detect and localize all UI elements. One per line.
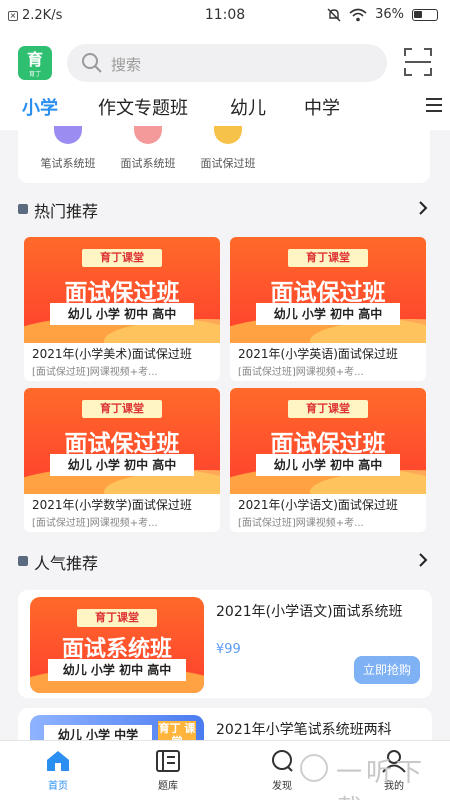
course-banner: 育丁课堂 面试保过班 幼儿 小学 初中 高中: [24, 388, 220, 494]
scan-icon[interactable]: [404, 48, 432, 76]
brand-label: 育丁课堂: [82, 249, 162, 267]
banner-title: 面试保过班: [270, 431, 386, 457]
status-right: 36%: [327, 7, 438, 22]
banner-title: 面试保过班: [270, 280, 386, 306]
category-card: 笔试系统班 面试系统班 面试保过班: [18, 126, 430, 183]
banner-levels: 幼儿 小学 中学: [44, 725, 152, 740]
popular-title: 2021年(小学语文)面试系统班: [216, 604, 403, 620]
category-tabs: 小学 作文专题班 幼儿 中学: [0, 94, 450, 124]
course-card[interactable]: 育丁课堂 面试保过班 幼儿 小学 初中 高中 2021年(小学英语)面试保过班 …: [230, 237, 426, 381]
course-card[interactable]: 育丁课堂 面试保过班 幼儿 小学 初中 高中 2021年(小学语文)面试保过班 …: [230, 388, 426, 532]
logo-char: 育: [26, 50, 43, 69]
course-subtitle: [面试保过班]网课视频+考...: [238, 367, 364, 378]
search-bar[interactable]: 搜索: [67, 44, 387, 82]
nav-question-bank[interactable]: 题库: [138, 749, 198, 792]
course-banner: 育丁课堂 面试保过班 幼儿 小学 初中 高中: [230, 388, 426, 494]
category-interview-icon: [134, 126, 162, 144]
battery-icon: [412, 8, 438, 21]
popular-price: ¥99: [216, 642, 241, 657]
banner-levels: 幼儿 小学 初中 高中: [50, 303, 194, 325]
logo-sub: 育丁: [28, 71, 41, 78]
category-guarantee-icon: [214, 126, 242, 144]
banner-levels: 幼儿 小学 初中 高中: [256, 303, 400, 325]
course-subtitle: [面试保过班]网课视频+考...: [238, 518, 364, 529]
app-logo[interactable]: 育 育丁: [18, 46, 52, 80]
buy-now-button[interactable]: 立即抢购: [354, 656, 420, 684]
popular-item[interactable]: 幼儿 小学 中学 育丁 课堂 2021年小学笔试系统班两科: [18, 708, 432, 740]
app-header: 育 育丁 搜索 小学 作文专题班 幼儿 中学: [0, 32, 450, 130]
discover-icon: [272, 750, 293, 772]
banner-levels: 幼儿 小学 初中 高中: [48, 659, 186, 681]
menu-icon[interactable]: [426, 98, 442, 112]
wifi-icon: [349, 8, 367, 21]
mute-icon: [327, 8, 341, 21]
banner-title: 面试保过班: [64, 431, 180, 457]
brand-tag: 育丁 课堂: [158, 721, 196, 740]
tab-secondary[interactable]: 中学: [304, 94, 340, 120]
course-card[interactable]: 育丁课堂 面试保过班 幼儿 小学 初中 高中 2021年(小学数学)面试保过班 …: [24, 388, 220, 532]
brand-label: 育丁课堂: [288, 400, 368, 418]
tab-primary[interactable]: 小学: [22, 94, 58, 120]
tab-composition[interactable]: 作文专题班: [98, 94, 188, 120]
course-title: 2021年(小学美术)面试保过班: [32, 347, 192, 361]
course-subtitle: [面试保过班]网课视频+考...: [32, 518, 158, 529]
search-placeholder: 搜索: [111, 56, 142, 74]
popular-section-title: 人气推荐: [34, 554, 99, 573]
course-title: 2021年(小学语文)面试保过班: [238, 498, 398, 512]
popular-item[interactable]: 育丁课堂 面试系统班 幼儿 小学 初中 高中 2021年(小学语文)面试系统班 …: [18, 590, 432, 698]
popular-title: 2021年小学笔试系统班两科: [216, 722, 392, 738]
popular-banner: 育丁课堂 面试系统班 幼儿 小学 初中 高中: [30, 597, 204, 693]
chevron-right-icon[interactable]: [416, 552, 430, 568]
category-label: 面试系统班: [120, 157, 176, 170]
nav-label: 题库: [158, 781, 178, 792]
popular-section-header[interactable]: 人气推荐: [18, 550, 432, 574]
popular-banner: 幼儿 小学 中学 育丁 课堂: [30, 715, 204, 740]
category-label: 面试保过班: [200, 157, 256, 170]
chevron-right-icon[interactable]: [416, 200, 430, 216]
nav-label: 发现: [272, 781, 292, 792]
course-card[interactable]: 育丁课堂 面试保过班 幼儿 小学 初中 高中 2021年(小学美术)面试保过班 …: [24, 237, 220, 381]
nav-label: 首页: [48, 781, 68, 792]
banner-title: 面试保过班: [64, 280, 180, 306]
course-title: 2021年(小学英语)面试保过班: [238, 347, 398, 361]
watermark-logo-icon: [300, 754, 328, 782]
hot-section-title: 热门推荐: [34, 202, 99, 221]
course-title: 2021年(小学数学)面试保过班: [32, 498, 192, 512]
banner-levels: 幼儿 小学 初中 高中: [256, 454, 400, 476]
section-cube-icon: [18, 556, 28, 566]
course-banner: 育丁课堂 面试保过班 幼儿 小学 初中 高中: [230, 237, 426, 343]
home-icon: [47, 751, 69, 771]
category-label: 笔试系统班: [40, 157, 96, 170]
course-banner: 育丁课堂 面试保过班 幼儿 小学 初中 高中: [24, 237, 220, 343]
course-subtitle: [面试保过班]网课视频+考...: [32, 367, 158, 378]
hot-section-header[interactable]: 热门推荐: [18, 198, 432, 222]
nav-home[interactable]: 首页: [28, 749, 88, 792]
brand-label: 育丁课堂: [288, 249, 368, 267]
section-cube-icon: [18, 204, 28, 214]
category-written-icon: [54, 126, 82, 144]
search-icon: [82, 53, 102, 73]
tab-preschool[interactable]: 幼儿: [230, 94, 266, 120]
brand-label: 育丁课堂: [82, 400, 162, 418]
brand-label: 育丁课堂: [77, 609, 157, 627]
watermark: 一听下载: [336, 758, 427, 800]
banner-levels: 幼儿 小学 初中 高中: [50, 454, 194, 476]
status-bar: × 2.2K/s 11:08 36%: [0, 0, 450, 32]
question-bank-icon: [156, 750, 180, 772]
battery-percent: 36%: [375, 7, 404, 22]
